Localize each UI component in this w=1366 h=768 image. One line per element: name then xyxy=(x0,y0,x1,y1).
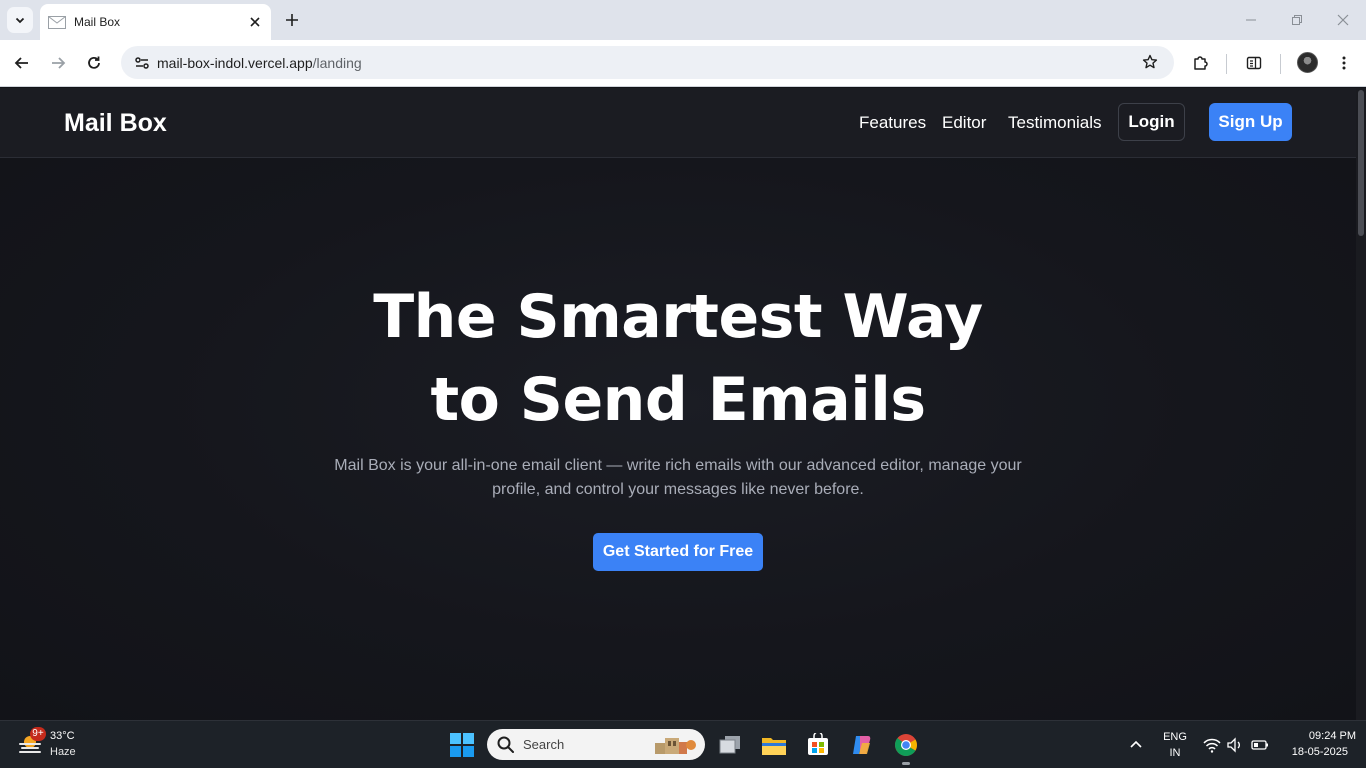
minimize-window-button[interactable] xyxy=(1239,8,1263,32)
hero-title-line-2: to Send Emails xyxy=(430,365,926,435)
copilot-icon xyxy=(853,736,871,754)
hero-title-line-1: The Smartest Way xyxy=(373,282,983,352)
reload-button[interactable] xyxy=(81,50,107,76)
puzzle-icon xyxy=(1194,56,1208,70)
volume-icon[interactable] xyxy=(1226,736,1244,754)
browser-toolbar: mail-box-indol.vercel.app/landing xyxy=(0,40,1366,87)
close-window-button[interactable] xyxy=(1331,8,1355,32)
address-bar[interactable]: mail-box-indol.vercel.app/landing xyxy=(121,46,1174,79)
url-host: mail-box-indol.vercel.app xyxy=(157,55,313,71)
hero-subtitle: Mail Box is your all-in-one email client… xyxy=(334,457,1022,498)
arrow-left-icon xyxy=(14,57,28,69)
taskbar-search-box[interactable]: Search xyxy=(487,729,705,760)
wifi-icon[interactable] xyxy=(1203,736,1221,754)
chevron-up-icon[interactable] xyxy=(1126,735,1146,755)
site-navbar: Mail Box Features Editor Testimonials Lo… xyxy=(0,88,1356,158)
more-vertical-icon xyxy=(1342,56,1346,70)
url-text[interactable]: mail-box-indol.vercel.app/landing xyxy=(157,55,362,71)
reading-list-button[interactable] xyxy=(1241,50,1267,76)
plus-icon xyxy=(286,14,298,26)
clock-date[interactable]: 18-05-2025 xyxy=(1282,746,1348,758)
brand-logo[interactable]: Mail Box xyxy=(64,109,167,138)
login-button[interactable]: Login xyxy=(1118,103,1185,141)
weather-temperature[interactable]: 33°C xyxy=(50,730,75,742)
search-placeholder: Search xyxy=(523,737,565,752)
search-highlight-illustration-icon xyxy=(655,738,696,754)
chevron-down-icon xyxy=(15,17,25,24)
tab-title: Mail Box xyxy=(74,15,121,29)
active-app-indicator xyxy=(902,762,910,765)
profile-avatar[interactable] xyxy=(1297,52,1318,73)
input-language[interactable]: ENG xyxy=(1162,731,1188,743)
url-path: /landing xyxy=(312,55,362,71)
extensions-button[interactable] xyxy=(1188,50,1214,76)
browser-menu-button[interactable] xyxy=(1331,50,1357,76)
chrome-icon xyxy=(895,734,917,756)
restore-icon xyxy=(1292,15,1302,25)
folder-icon xyxy=(762,738,786,755)
browser-tab[interactable]: Mail Box xyxy=(40,4,271,40)
forward-button[interactable] xyxy=(45,50,71,76)
file-explorer-button[interactable] xyxy=(760,731,788,759)
search-icon xyxy=(497,736,514,753)
task-view-button[interactable] xyxy=(716,731,744,759)
windows-start-icon[interactable] xyxy=(450,733,474,757)
get-started-button[interactable]: Get Started for Free xyxy=(593,533,763,571)
nav-link-features[interactable]: Features xyxy=(859,113,926,133)
restore-window-button[interactable] xyxy=(1285,8,1309,32)
bookmark-star-icon[interactable] xyxy=(1139,51,1161,73)
landing-page: Mail Box Features Editor Testimonials Lo… xyxy=(0,88,1356,720)
close-tab-icon[interactable] xyxy=(245,12,265,32)
nav-link-editor[interactable]: Editor xyxy=(942,113,986,133)
minimize-icon xyxy=(1246,19,1256,21)
signup-button[interactable]: Sign Up xyxy=(1209,103,1292,141)
back-button[interactable] xyxy=(9,50,35,76)
clock-time[interactable]: 09:24 PM xyxy=(1290,730,1356,742)
reload-icon xyxy=(88,56,100,69)
copilot-button[interactable] xyxy=(848,731,876,759)
microsoft-store-button[interactable] xyxy=(804,731,832,759)
store-icon xyxy=(808,733,828,755)
weather-condition[interactable]: Haze xyxy=(50,746,76,758)
arrow-right-icon xyxy=(52,57,66,69)
mail-favicon-icon xyxy=(48,15,66,29)
toolbar-divider xyxy=(1226,54,1227,74)
task-view-icon xyxy=(719,736,740,754)
chrome-taskbar-button[interactable] xyxy=(892,731,920,759)
close-icon xyxy=(1337,14,1349,26)
taskbar: 9+ 33°C Haze Search ENG IN 09:24 PM 18-0… xyxy=(0,720,1366,768)
new-tab-button[interactable] xyxy=(280,8,304,32)
nav-link-testimonials[interactable]: Testimonials xyxy=(1008,113,1102,133)
weather-alert-badge: 9+ xyxy=(30,727,46,741)
hero-title: The Smartest Way to Send Emails xyxy=(0,276,1356,442)
input-region[interactable]: IN xyxy=(1162,747,1188,759)
sidebar-icon xyxy=(1246,56,1262,70)
site-info-icon[interactable] xyxy=(129,50,155,76)
toolbar-divider xyxy=(1280,54,1281,74)
tab-search-button[interactable] xyxy=(7,7,33,33)
browser-tab-strip: Mail Box xyxy=(0,0,1366,40)
scrollbar-thumb[interactable] xyxy=(1358,90,1364,236)
battery-icon[interactable] xyxy=(1251,736,1269,754)
